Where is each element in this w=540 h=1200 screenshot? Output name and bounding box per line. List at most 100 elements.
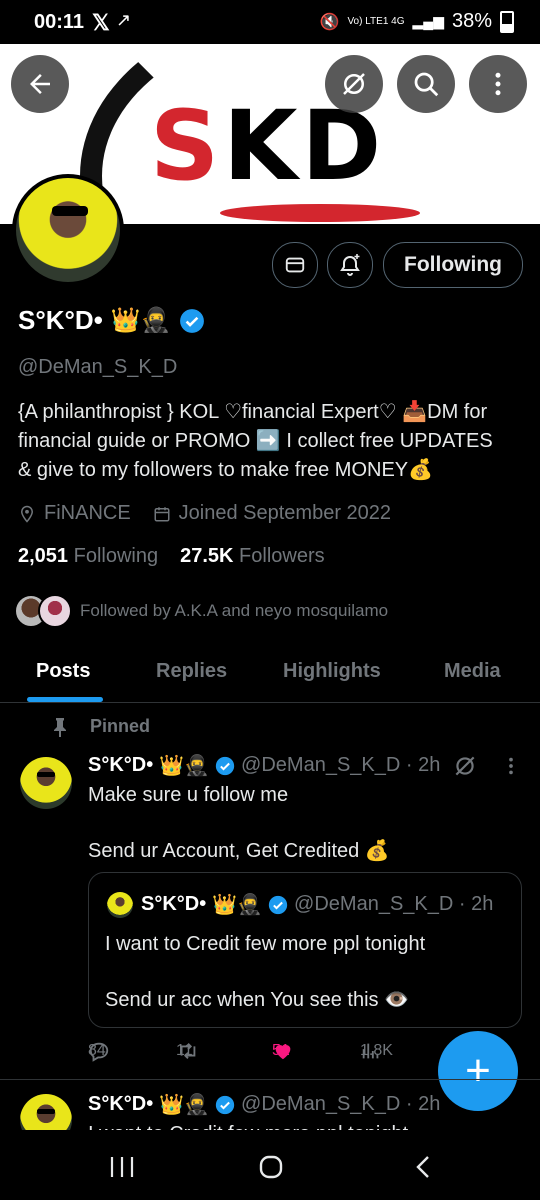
- quote-avatar: [107, 892, 133, 918]
- back-arrow-icon: [30, 74, 50, 94]
- follow-counts: 2,051 Following 27.5K Followers: [18, 545, 325, 568]
- trending-icon: ↗: [116, 10, 132, 30]
- views-count: 1.8K: [360, 1042, 393, 1059]
- quoted-tweet[interactable]: S°K°D• 👑🥷 @DeMan_S_K_D · 2h I want to Cr…: [88, 872, 522, 1028]
- status-time: 00:11: [34, 11, 85, 33]
- followed-by[interactable]: Followed by A.K.A and neyo mosquilamo: [14, 594, 388, 628]
- notifications-button[interactable]: [327, 242, 373, 288]
- status-right: 🔇 Vo) LTE1 4G ▂▄▆ 38%: [320, 10, 514, 33]
- tab-highlights[interactable]: Highlights: [283, 660, 381, 683]
- profile-name-text: S°K°D•: [18, 305, 103, 335]
- system-nav-bar: [0, 1130, 540, 1200]
- followers-count: 27.5K: [180, 545, 234, 567]
- grok-icon[interactable]: [452, 753, 478, 779]
- tweet-author-emojis: 👑🥷: [159, 1094, 210, 1116]
- tweet-handle-time[interactable]: @DeMan_S_K_D · 2h: [241, 754, 440, 777]
- message-button[interactable]: [272, 242, 318, 288]
- verified-badge-icon: [268, 895, 288, 914]
- recent-apps-icon[interactable]: [108, 1154, 136, 1180]
- tweet-more-icon[interactable]: [502, 755, 520, 777]
- followers-label: Followers: [239, 545, 325, 567]
- reply-button[interactable]: 84: [88, 1040, 110, 1062]
- pinned-text: Pinned: [90, 716, 151, 736]
- tweet-avatar[interactable]: [20, 757, 72, 809]
- following-button[interactable]: Following: [383, 242, 523, 288]
- banner-swoosh: [220, 204, 420, 222]
- followed-by-text: Followed by A.K.A and neyo mosquilamo: [80, 601, 389, 620]
- battery-text: 38%: [451, 10, 492, 32]
- tweet-text-line: Make sure u follow me: [88, 784, 289, 806]
- avatar-sunglasses: [52, 206, 88, 216]
- verified-badge-icon: [215, 756, 235, 775]
- search-button[interactable]: [397, 55, 455, 113]
- bio-line: & give to my followers to make free MONE…: [18, 459, 434, 481]
- search-icon: [414, 72, 439, 97]
- mute-icon: 🔇: [319, 13, 340, 31]
- calendar-icon: [154, 506, 170, 521]
- tweet-author-emojis: 👑🥷: [159, 755, 210, 777]
- back-nav-icon[interactable]: [410, 1154, 438, 1180]
- joined-text: Joined September 2022: [178, 502, 392, 524]
- views-button[interactable]: 1.8K: [360, 1040, 393, 1062]
- follower-avatar: [38, 594, 72, 628]
- tweet-handle-time[interactable]: @DeMan_S_K_D · 2h: [241, 1093, 440, 1116]
- profile-bio: {A philanthropist } KOL ♡financial Exper…: [18, 398, 530, 485]
- joined-item: Joined September 2022: [153, 502, 391, 525]
- profile-name-emojis: 👑🥷: [110, 307, 171, 334]
- pin-icon: [54, 717, 66, 737]
- following-label: Following: [73, 545, 159, 567]
- tweet-text-line: Send ur Account, Get Credited 💰: [88, 840, 390, 862]
- tweet-header: S°K°D• 👑🥷 @DeMan_S_K_D · 2h: [88, 753, 440, 778]
- tweet-author-name[interactable]: S°K°D•: [88, 1093, 153, 1116]
- quote-text-line: I want to Credit few more ppl tonight: [105, 933, 426, 955]
- like-count: 51: [272, 1042, 290, 1059]
- profile-meta: FiNANCE Joined September 2022: [18, 502, 391, 525]
- like-button[interactable]: 51: [272, 1040, 294, 1062]
- home-icon[interactable]: [257, 1154, 285, 1180]
- active-tab-indicator: [27, 697, 103, 702]
- envelope-icon: [285, 257, 305, 273]
- grok-button[interactable]: [325, 55, 383, 113]
- tab-posts[interactable]: Posts: [36, 660, 90, 683]
- verified-badge-icon: [215, 1095, 235, 1114]
- category-text: FiNANCE: [44, 502, 131, 524]
- pinned-label: Pinned: [52, 716, 150, 737]
- bio-line: {A philanthropist } KOL ♡financial Exper…: [18, 401, 488, 423]
- tweet-2[interactable]: S°K°D• 👑🥷 @DeMan_S_K_D · 2h I want to Cr…: [0, 1080, 540, 1130]
- quote-author-name: S°K°D•: [141, 893, 207, 915]
- more-vertical-icon: [495, 72, 501, 96]
- verified-badge-icon[interactable]: [179, 308, 205, 334]
- retweet-count: 11: [176, 1042, 193, 1059]
- tweet-author-name[interactable]: S°K°D•: [88, 754, 153, 777]
- category-item: FiNANCE: [18, 502, 131, 525]
- bell-plus-icon: [340, 254, 360, 276]
- profile-handle: @DeMan_S_K_D: [18, 356, 178, 378]
- grok-icon: [343, 73, 365, 95]
- tab-replies[interactable]: Replies: [156, 660, 227, 683]
- profile-tabs: Posts Replies Highlights Media: [0, 640, 540, 703]
- status-bar: 00:11 𝕏 ↗ 🔇 Vo) LTE1 4G ▂▄▆ 38%: [0, 0, 540, 44]
- following-count: 2,051: [18, 545, 69, 567]
- quote-header: S°K°D• 👑🥷 @DeMan_S_K_D · 2h: [141, 892, 493, 917]
- tab-media[interactable]: Media: [444, 660, 501, 683]
- profile-name: S°K°D• 👑🥷: [18, 305, 205, 336]
- quote-handle-time: @DeMan_S_K_D · 2h: [294, 893, 494, 915]
- location-pin-icon: [20, 505, 34, 523]
- tweet-text-line: I want to Credit few more ppl tonight: [88, 1120, 408, 1130]
- battery-icon: [500, 10, 514, 33]
- back-button[interactable]: [11, 55, 69, 113]
- network-label: Vo) LTE1 4G: [347, 16, 405, 27]
- signal-icon: ▂▄▆: [412, 13, 444, 29]
- quote-text-line: Send ur acc when You see this 👁️: [105, 989, 409, 1011]
- x-logo-icon: 𝕏: [92, 10, 110, 35]
- tweet-avatar[interactable]: [20, 1094, 72, 1130]
- tweet-header: S°K°D• 👑🥷 @DeMan_S_K_D · 2h: [88, 1092, 440, 1117]
- bio-line: financial guide or PROMO ➡️ I collect fr…: [18, 430, 493, 452]
- retweet-button[interactable]: 11: [176, 1040, 200, 1062]
- following-count-link[interactable]: 2,051 Following: [18, 545, 158, 568]
- profile-avatar[interactable]: [12, 174, 124, 286]
- quote-author-emojis: 👑🥷: [212, 894, 263, 916]
- more-options-button[interactable]: [469, 55, 527, 113]
- followers-count-link[interactable]: 27.5K Followers: [180, 545, 325, 568]
- reply-count: 84: [88, 1042, 106, 1059]
